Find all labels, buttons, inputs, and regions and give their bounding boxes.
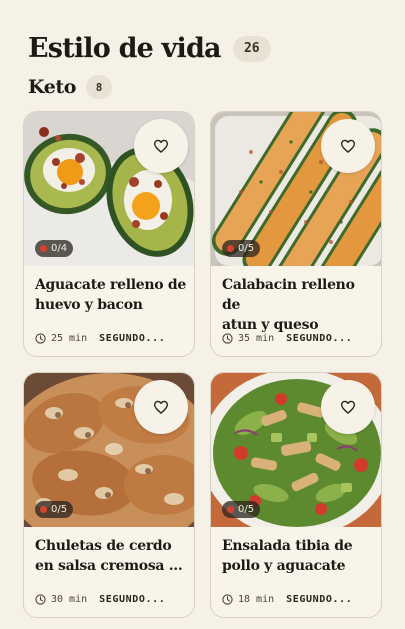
title-row: Estilo de vida 26 xyxy=(28,33,385,64)
clock-icon xyxy=(35,594,46,605)
progress-text: 0/5 xyxy=(238,243,255,254)
recipe-card[interactable]: 0/5 Chuletas de cerdo en salsa cremosa d… xyxy=(23,372,195,618)
recipe-title: Calabacin relleno de atun y queso xyxy=(222,275,374,335)
recipe-card[interactable]: 0/5 Calabacin relleno de atun y queso 35… xyxy=(210,111,382,357)
course-type: SEGUNDO... xyxy=(99,333,166,344)
recipe-title-line: huevo y bacon xyxy=(35,297,143,313)
progress-text: 0/4 xyxy=(51,243,68,254)
favorite-button[interactable] xyxy=(321,380,375,434)
progress-text: 0/5 xyxy=(238,504,255,515)
course-type: SEGUNDO... xyxy=(99,594,166,605)
favorite-button[interactable] xyxy=(134,380,188,434)
recipe-meta: 18 min SEGUNDO... xyxy=(222,594,352,605)
recipe-meta: 30 min SEGUNDO... xyxy=(35,594,165,605)
recipe-title-line: en salsa cremosa d... xyxy=(35,558,187,574)
total-count-badge: 26 xyxy=(232,35,271,62)
heart-icon xyxy=(340,139,356,153)
progress-pill: 0/5 xyxy=(35,501,74,518)
heart-icon xyxy=(340,400,356,414)
recipe-meta: 35 min SEGUNDO... xyxy=(222,333,352,344)
course-type: SEGUNDO... xyxy=(286,333,353,344)
recipe-title-line: atun y queso xyxy=(222,317,319,333)
recipe-title-line: Chuletas de cerdo xyxy=(35,538,172,554)
recipe-card[interactable]: 0/5 Ensalada tibia de pollo y aguacate 1… xyxy=(210,372,382,618)
heart-icon xyxy=(153,139,169,153)
clock-icon xyxy=(222,333,233,344)
recipe-card[interactable]: 0/4 Aguacate relleno de huevo y bacon 25… xyxy=(23,111,195,357)
heart-icon xyxy=(153,400,169,414)
progress-dot xyxy=(40,506,47,513)
cook-time: 25 min xyxy=(51,333,88,344)
section-row: Keto 8 xyxy=(28,75,385,99)
recipe-title: Ensalada tibia de pollo y aguacate xyxy=(222,536,374,576)
recipe-title-line: Aguacate relleno de xyxy=(35,277,186,293)
recipe-title: Chuletas de cerdo en salsa cremosa d... xyxy=(35,536,187,576)
cook-time: 30 min xyxy=(51,594,88,605)
progress-pill: 0/5 xyxy=(222,240,261,257)
course-type: SEGUNDO... xyxy=(286,594,353,605)
progress-pill: 0/4 xyxy=(35,240,74,257)
recipe-title: Aguacate relleno de huevo y bacon xyxy=(35,275,187,315)
clock-icon xyxy=(222,594,233,605)
recipe-title-line: pollo y aguacate xyxy=(222,558,346,574)
cook-time: 18 min xyxy=(238,594,275,605)
favorite-button[interactable] xyxy=(134,119,188,173)
recipe-title-line: Ensalada tibia de xyxy=(222,538,353,554)
section-title: Keto xyxy=(28,76,77,98)
page-title: Estilo de vida xyxy=(28,33,222,64)
page-header: Estilo de vida 26 Keto 8 xyxy=(28,33,385,99)
clock-icon xyxy=(35,333,46,344)
favorite-button[interactable] xyxy=(321,119,375,173)
progress-dot xyxy=(40,245,47,252)
recipe-meta: 25 min SEGUNDO... xyxy=(35,333,165,344)
cook-time: 35 min xyxy=(238,333,275,344)
recipe-title-line: Calabacin relleno de xyxy=(222,277,355,313)
progress-dot xyxy=(227,245,234,252)
progress-dot xyxy=(227,506,234,513)
section-count-badge: 8 xyxy=(86,75,113,99)
progress-text: 0/5 xyxy=(51,504,68,515)
progress-pill: 0/5 xyxy=(222,501,261,518)
